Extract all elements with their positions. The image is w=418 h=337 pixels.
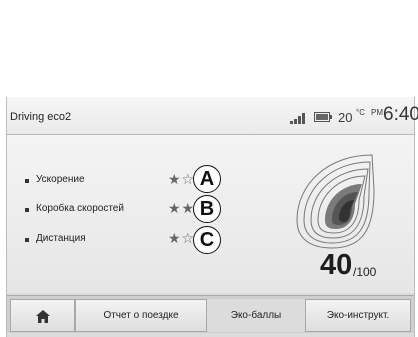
tab-eco-points[interactable]: Эко-баллы [207, 299, 305, 332]
outside-temperature: 20 [338, 110, 353, 125]
eco-scores-panel: Ускорение ★☆☆☆ Коробка скоростей ★★★★ Ди… [7, 135, 414, 293]
home-button[interactable] [10, 299, 75, 332]
tab-eco-instructor[interactable]: Эко-инструкт. [305, 299, 411, 332]
callout-c: C [193, 226, 221, 254]
eco-score-value: 40 [320, 249, 353, 281]
temperature-unit: °C [356, 108, 365, 117]
row-label: Дистанция [36, 233, 86, 244]
bullet-icon [25, 179, 29, 183]
row-label: Ускорение [36, 174, 85, 185]
callout-a: A [193, 165, 221, 193]
bullet-icon [25, 208, 29, 212]
callout-b: B [193, 195, 221, 223]
time-period: PM [371, 108, 383, 117]
signal-strength-icon [290, 113, 305, 124]
bullet-icon [25, 238, 29, 242]
tab-trip-report[interactable]: Отчет о поездке [75, 299, 207, 332]
bottom-tab-bar: Отчет о поездке Эко-баллы Эко-инструкт. [7, 295, 414, 333]
status-bar: Driving eco2 20 °C PM 6:40 [7, 97, 418, 135]
app-title: Driving eco2 [10, 111, 72, 123]
eco-screen: Driving eco2 20 °C PM 6:40 Ускорение ★☆☆… [6, 97, 418, 337]
row-label: Коробка скоростей [36, 203, 124, 214]
home-icon [35, 310, 50, 323]
eco-score-max: /100 [353, 265, 377, 279]
eco-leaf-gauge-icon [296, 154, 375, 249]
clock: 6:40 [383, 104, 418, 125]
battery-icon [314, 112, 332, 122]
